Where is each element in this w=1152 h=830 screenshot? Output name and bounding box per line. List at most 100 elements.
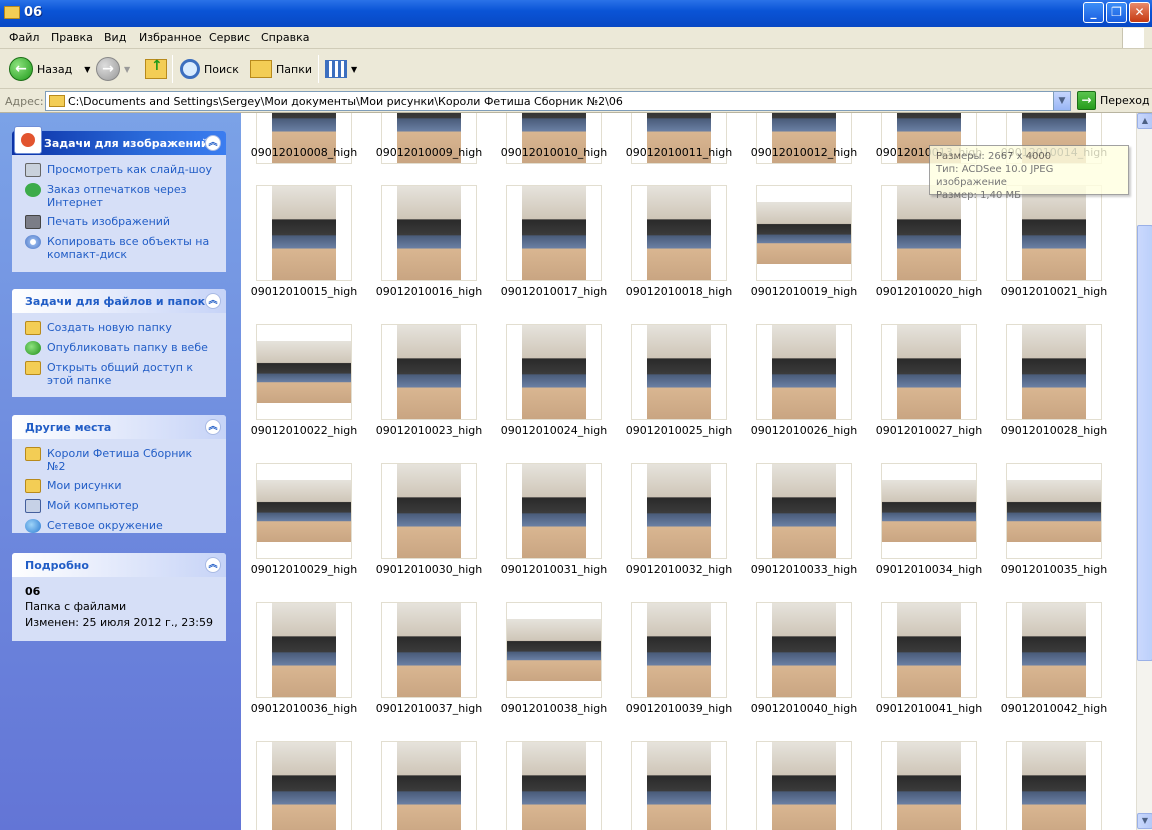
thumbnail-label[interactable]: 09012010023_high: [364, 424, 494, 437]
thumbnail-label[interactable]: 09012010039_high: [614, 702, 744, 715]
thumbnail[interactable]: [881, 324, 977, 420]
thumbnail-label[interactable]: 09012010031_high: [489, 563, 619, 576]
menu-favorites[interactable]: Избранное: [139, 31, 201, 44]
place-parent-folder[interactable]: Короли Фетиша Сборник №2: [25, 447, 214, 473]
thumbnail-label[interactable]: 09012010041_high: [864, 702, 994, 715]
thumbnail-label[interactable]: 09012010032_high: [614, 563, 744, 576]
thumbnail-label[interactable]: 09012010020_high: [864, 285, 994, 298]
menu-edit[interactable]: Правка: [51, 31, 93, 44]
details-header[interactable]: Подробно ︽: [12, 553, 226, 577]
thumbnail-label[interactable]: 09012010040_high: [739, 702, 869, 715]
folders-button[interactable]: Папки: [250, 55, 312, 83]
forward-button[interactable]: → ▼: [96, 55, 130, 83]
thumbnail[interactable]: [881, 602, 977, 698]
place-my-pictures[interactable]: Мои рисунки: [25, 479, 214, 493]
thumbnail[interactable]: [631, 741, 727, 830]
back-dropdown-icon[interactable]: ▼: [84, 65, 90, 74]
thumbnail-view[interactable]: 09012010008_high 09012010009_high 09012010…: [241, 113, 1136, 830]
thumbnail-label[interactable]: 09012010010_high: [489, 146, 619, 159]
thumbnail-label[interactable]: 09012010030_high: [364, 563, 494, 576]
menu-file[interactable]: Файл: [9, 31, 39, 44]
thumbnail-label[interactable]: 09012010028_high: [989, 424, 1119, 437]
thumbnail-label[interactable]: 09012010037_high: [364, 702, 494, 715]
thumbnail-label[interactable]: 09012010036_high: [241, 702, 369, 715]
thumbnail[interactable]: [381, 741, 477, 830]
up-folder-button[interactable]: ↑: [145, 55, 167, 83]
task-order-prints[interactable]: Заказ отпечатков через Интернет: [25, 183, 214, 209]
thumbnail[interactable]: [381, 463, 477, 559]
thumbnail[interactable]: [256, 602, 352, 698]
image-tasks-header[interactable]: Задачи для изображений ︽: [12, 126, 226, 155]
menu-view[interactable]: Вид: [104, 31, 126, 44]
thumbnail[interactable]: [756, 741, 852, 830]
thumbnail[interactable]: [506, 463, 602, 559]
scroll-thumb[interactable]: [1137, 225, 1152, 661]
thumbnail-label[interactable]: 09012010024_high: [489, 424, 619, 437]
file-tasks-header[interactable]: Задачи для файлов и папок ︽: [12, 289, 226, 313]
title-bar[interactable]: 06 _ ❐ ✕: [0, 0, 1152, 27]
menu-tools[interactable]: Сервис: [209, 31, 250, 44]
address-input[interactable]: C:\Documents and Settings\Sergey\Мои док…: [45, 91, 1071, 111]
task-publish-web[interactable]: Опубликовать папку в вебе: [25, 341, 214, 355]
thumbnail[interactable]: [381, 602, 477, 698]
thumbnail[interactable]: [256, 324, 352, 420]
thumbnail[interactable]: [381, 324, 477, 420]
thumbnail-label[interactable]: 09012010008_high: [241, 146, 369, 159]
thumbnail-label[interactable]: 09012010011_high: [614, 146, 744, 159]
thumbnail[interactable]: [881, 741, 977, 830]
maximize-button[interactable]: ❐: [1106, 2, 1127, 23]
thumbnail-label[interactable]: 09012010009_high: [364, 146, 494, 159]
minimize-button[interactable]: _: [1083, 2, 1104, 23]
scroll-down-arrow-icon[interactable]: ▼: [1137, 813, 1152, 829]
thumbnail[interactable]: [756, 324, 852, 420]
thumbnail[interactable]: [1006, 602, 1102, 698]
thumbnail-label[interactable]: 09012010033_high: [739, 563, 869, 576]
back-button[interactable]: ← Назад ▼: [9, 55, 90, 83]
thumbnail-label[interactable]: 09012010042_high: [989, 702, 1119, 715]
views-button[interactable]: ▼: [325, 55, 357, 83]
thumbnail[interactable]: [631, 463, 727, 559]
thumbnail[interactable]: [631, 602, 727, 698]
thumbnail-label[interactable]: 09012010022_high: [241, 424, 369, 437]
thumbnail[interactable]: [1006, 463, 1102, 559]
thumbnail-label[interactable]: 09012010015_high: [241, 285, 369, 298]
thumbnail[interactable]: [506, 602, 602, 698]
task-share-folder[interactable]: Открыть общий доступ к этой папке: [25, 361, 214, 387]
thumbnail-label[interactable]: 09012010017_high: [489, 285, 619, 298]
collapse-chevron-icon[interactable]: ︽: [205, 135, 221, 151]
address-path[interactable]: C:\Documents and Settings\Sergey\Мои док…: [68, 95, 623, 108]
thumbnail[interactable]: [256, 185, 352, 281]
thumbnail[interactable]: [881, 463, 977, 559]
thumbnail-label[interactable]: 09012010026_high: [739, 424, 869, 437]
thumbnail[interactable]: [631, 324, 727, 420]
menu-help[interactable]: Справка: [261, 31, 309, 44]
thumbnail[interactable]: [506, 324, 602, 420]
thumbnail-label[interactable]: 09012010016_high: [364, 285, 494, 298]
thumbnail[interactable]: [756, 463, 852, 559]
collapse-chevron-icon[interactable]: ︽: [205, 293, 221, 309]
scroll-up-arrow-icon[interactable]: ▲: [1137, 113, 1152, 129]
collapse-chevron-icon[interactable]: ︽: [205, 557, 221, 573]
thumbnail[interactable]: [256, 741, 352, 830]
forward-dropdown-icon[interactable]: ▼: [124, 65, 130, 74]
thumbnail-label[interactable]: 09012010021_high: [989, 285, 1119, 298]
task-new-folder[interactable]: Создать новую папку: [25, 321, 214, 335]
thumbnail[interactable]: [256, 463, 352, 559]
thumbnail[interactable]: [506, 185, 602, 281]
thumbnail-label[interactable]: 09012010019_high: [739, 285, 869, 298]
vertical-scrollbar[interactable]: ▲ ▼: [1136, 113, 1152, 830]
thumbnail[interactable]: [1006, 324, 1102, 420]
thumbnail[interactable]: [1006, 741, 1102, 830]
search-button[interactable]: Поиск: [180, 55, 239, 83]
collapse-chevron-icon[interactable]: ︽: [205, 419, 221, 435]
thumbnail[interactable]: [506, 741, 602, 830]
place-network[interactable]: Сетевое окружение: [25, 519, 214, 533]
address-dropdown-icon[interactable]: ▼: [1053, 92, 1070, 110]
thumbnail-label[interactable]: 09012010012_high: [739, 146, 869, 159]
close-button[interactable]: ✕: [1129, 2, 1150, 23]
thumbnail-label[interactable]: 09012010027_high: [864, 424, 994, 437]
task-copy-to-cd[interactable]: Копировать все объекты на компакт-диск: [25, 235, 214, 261]
thumbnail[interactable]: [631, 185, 727, 281]
thumbnail-label[interactable]: 09012010029_high: [241, 563, 369, 576]
thumbnail[interactable]: [381, 185, 477, 281]
